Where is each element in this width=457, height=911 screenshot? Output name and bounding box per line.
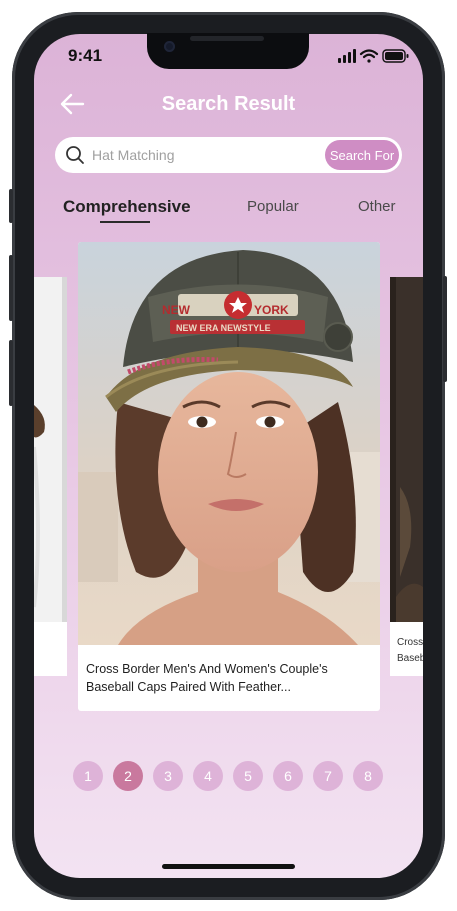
speaker-grille [190, 36, 264, 41]
product-title-next-line1: Cross [397, 637, 423, 648]
product-title-next: Cross Baseb [397, 635, 423, 667]
wifi-icon [359, 49, 379, 63]
product-card-next[interactable]: Cross Baseb [390, 277, 423, 676]
home-indicator[interactable] [162, 864, 295, 869]
status-time: 9:41 [68, 46, 103, 65]
page-3-button[interactable]: 3 [153, 761, 183, 791]
status-icons [338, 49, 409, 63]
power-button [443, 276, 447, 382]
signal-icon [338, 49, 356, 63]
search-input[interactable] [90, 137, 315, 173]
page-6-button[interactable]: 6 [273, 761, 303, 791]
cap-patch-new: NEW [162, 303, 191, 317]
cap-patch-york: YORK [254, 303, 289, 317]
product-card-previous[interactable] [34, 277, 67, 676]
silent-switch [9, 189, 13, 223]
page-2-button[interactable]: 2 [113, 761, 143, 791]
cap-patch-tagline: NEW ERA NEWSTYLE [176, 323, 271, 333]
tab-popular[interactable]: Popular [247, 198, 299, 215]
page-7-button[interactable]: 7 [313, 761, 343, 791]
product-image-previous [34, 277, 67, 622]
tab-other[interactable]: Other [358, 198, 396, 215]
search-icon [66, 146, 84, 164]
tab-comprehensive[interactable]: Comprehensive [63, 197, 191, 217]
active-tab-indicator [100, 221, 150, 223]
product-image-next [390, 277, 423, 622]
page-1-button[interactable]: 1 [73, 761, 103, 791]
battery-icon [382, 49, 409, 63]
search-button[interactable]: Search For [325, 140, 399, 170]
product-title: Cross Border Men's And Women's Couple's … [86, 662, 328, 694]
product-image: NEW YORK NEW ERA NEWSTYLE [78, 242, 380, 645]
page-5-button[interactable]: 5 [233, 761, 263, 791]
volume-up-button [9, 255, 13, 321]
page-8-button[interactable]: 8 [353, 761, 383, 791]
product-title-next-line2: Baseb [397, 653, 423, 664]
page-4-button[interactable]: 4 [193, 761, 223, 791]
product-card[interactable]: NEW YORK NEW ERA NEWSTYLE Cross Border M… [78, 242, 380, 711]
front-camera [164, 41, 175, 52]
page-title: Search Result [161, 93, 296, 115]
search-bar: Search For [55, 137, 402, 173]
volume-down-button [9, 340, 13, 406]
